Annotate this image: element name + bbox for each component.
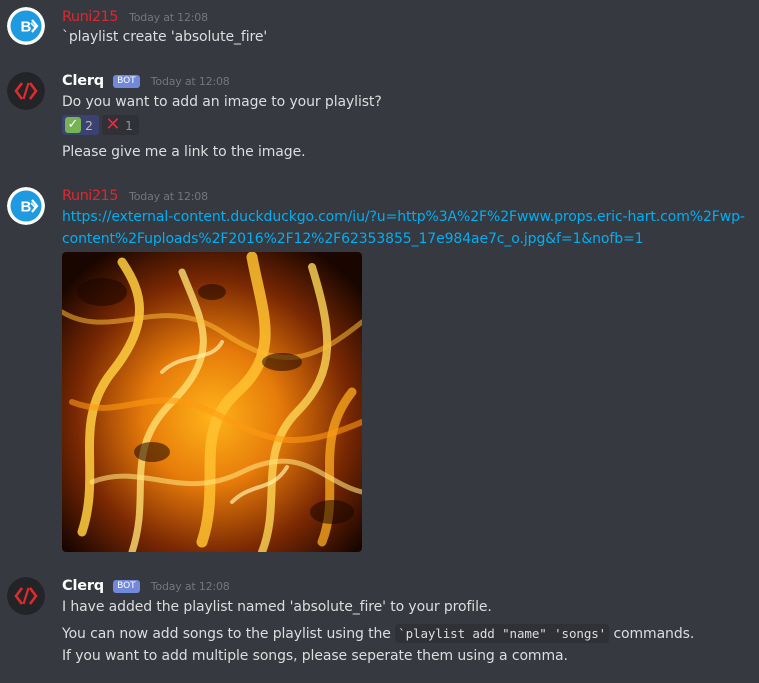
username[interactable]: Runi215 [62, 9, 119, 25]
reaction-count: 2 [85, 117, 93, 133]
svg-text:B: B [21, 19, 32, 36]
inline-code: `playlist add "name" 'songs' [395, 624, 610, 643]
reaction-cross[interactable]: ✕ 1 [101, 114, 139, 135]
message-text: Do you want to add an image to your play… [62, 94, 382, 110]
message-header: Runi215 Today at 12:08 [62, 6, 208, 26]
message-text: You can now add songs to the playlist us… [62, 624, 694, 644]
message-header: Clerq BOT Today at 12:08 [62, 575, 230, 595]
timestamp: Today at 12:08 [150, 580, 230, 593]
image-link[interactable]: https://external-content.duckduckgo.com/… [62, 206, 752, 250]
username[interactable]: Runi215 [62, 188, 119, 204]
message-text: If you want to add multiple songs, pleas… [62, 648, 568, 664]
message-text: I have added the playlist named 'absolut… [62, 599, 492, 615]
svg-text:B: B [21, 199, 32, 216]
reaction-check[interactable]: ✓ 2 [62, 115, 99, 135]
message-header: Clerq BOT Today at 12:08 [62, 70, 230, 90]
timestamp: Today at 12:08 [129, 11, 208, 24]
songs-text-after: commands. [609, 626, 695, 642]
timestamp: Today at 12:08 [129, 190, 208, 203]
bot-tag: BOT [113, 580, 140, 593]
reactions: ✓ 2 ✕ 1 [62, 115, 139, 135]
reaction-count: 1 [124, 117, 133, 133]
runi-avatar-icon[interactable]: B [7, 187, 45, 225]
songs-text-before: You can now add songs to the playlist us… [62, 626, 396, 642]
fire-flames-image[interactable] [62, 252, 362, 552]
message-header: Runi215 Today at 12:08 [62, 185, 208, 205]
clerq-code-avatar-icon[interactable] [7, 577, 45, 615]
message-text: `playlist create 'absolute_fire' [62, 29, 268, 45]
runi-avatar-icon[interactable]: B [7, 7, 45, 45]
username[interactable]: Clerq [62, 73, 104, 89]
clerq-code-avatar-icon[interactable] [7, 72, 45, 110]
username[interactable]: Clerq [62, 578, 104, 594]
cross-mark-icon: ✕ [105, 114, 121, 135]
timestamp: Today at 12:08 [150, 75, 230, 88]
message-text: Please give me a link to the image. [62, 144, 306, 160]
bot-tag: BOT [113, 75, 140, 88]
white-check-mark-icon: ✓ [65, 117, 81, 133]
